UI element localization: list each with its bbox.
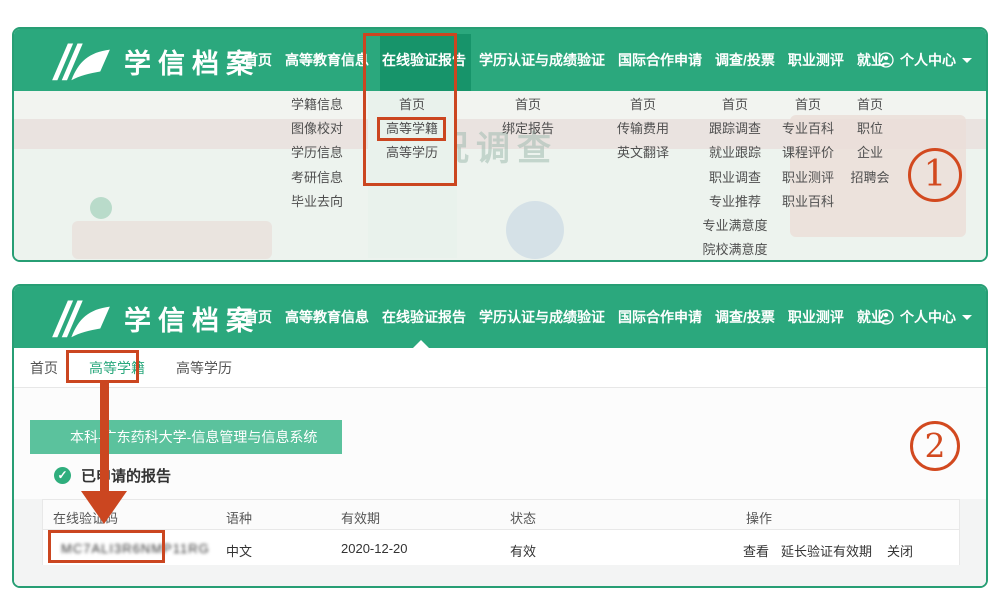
active-nav-notch [413,340,429,348]
background-decoration [72,221,272,259]
program-banner: 本科-广东药科大学-信息管理与信息系统 [30,420,342,454]
red-arrow-head [81,491,127,524]
nav-item-higher-education-info[interactable]: 高等教育信息 [285,307,369,327]
site-header: 学信档案 首页 高等教育信息 在线验证报告 学历认证与成绩验证 国际合作申请 调… [14,29,986,91]
main-nav: 首页 高等教育信息 在线验证报告 学历认证与成绩验证 国际合作申请 调查/投票 … [244,286,885,348]
section-title: ✓ 已申请的报告 [54,465,171,486]
menu-item-education-info[interactable]: 学历信息 [262,141,372,165]
nav-item-online-verification-report[interactable]: 在线验证报告 [382,307,466,327]
nav-item-career-assessment[interactable]: 职业测评 [788,50,844,70]
col-header-status: 状态 [510,508,536,527]
person-icon [878,52,894,68]
section-title-text: 已申请的报告 [81,465,171,486]
nav-item-career-assessment[interactable]: 职业测评 [788,307,844,327]
brand-name: 学信档案 [124,299,260,338]
menu-item-postgrad-exam-info[interactable]: 考研信息 [262,166,372,190]
dropdown-col-credential-verification: 首页 绑定报告 [473,93,583,141]
table-header-row: 在线验证码 语种 有效期 状态 操作 [43,500,959,530]
tab-home[interactable]: 首页 [30,358,58,378]
chsi-logo-icon [50,297,112,339]
main-nav: 首页 高等教育信息 在线验证报告 学历认证与成绩验证 国际合作申请 调查/投票 … [244,29,885,91]
highlight-box-online-verification-menu [363,33,457,186]
menu-item-employment-home[interactable]: 首页 [815,93,925,117]
action-view-link[interactable]: 查看 [743,541,769,560]
menu-item-bind-report[interactable]: 绑定报告 [473,117,583,141]
highlight-box-higher-student-status-tab [66,350,139,383]
tab-higher-education[interactable]: 高等学历 [176,358,232,378]
person-icon [878,309,894,325]
menu-item-photo-check[interactable]: 图像校对 [262,117,372,141]
language-cell: 中文 [226,541,252,560]
nav-item-international-cooperation[interactable]: 国际合作申请 [618,307,702,327]
nav-item-higher-education-info[interactable]: 高等教育信息 [285,50,369,70]
step-2-badge: 2 [910,421,960,471]
step-1-badge: 1 [908,148,962,202]
site-header: 学信档案 首页 高等教育信息 在线验证报告 学历认证与成绩验证 国际合作申请 调… [14,286,986,348]
chsi-logo-icon [50,40,112,82]
table-row: MC7ALI3R6NMP11RG 中文 2020-12-20 有效 查看 延长验… [43,530,959,565]
menu-item-major-satisfaction[interactable]: 专业满意度 [680,214,790,238]
nav-item-survey-vote[interactable]: 调查/投票 [715,307,775,327]
user-menu[interactable]: 个人中心 [878,29,972,91]
menu-item-companies[interactable]: 企业 [815,141,925,165]
user-menu-label: 个人中心 [900,307,956,327]
action-extend-validity-link[interactable]: 延长验证有效期 [781,541,872,560]
col-header-language: 语种 [226,508,252,527]
menu-item-jobs[interactable]: 职位 [815,117,925,141]
brand-name: 学信档案 [124,42,260,81]
col-header-actions: 操作 [746,508,772,527]
highlight-box-higher-student-status-item [377,117,446,141]
status-cell: 有效 [510,541,536,560]
red-arrow-shaft [100,383,109,492]
valid-until-cell: 2020-12-20 [341,541,408,556]
user-menu-label: 个人中心 [900,50,956,70]
globe-decoration [506,201,564,259]
brand-logo[interactable]: 学信档案 [50,297,260,339]
sub-nav-tabs: 首页 高等学籍 高等学历 [14,348,986,388]
panel-step-1: 状况调查 学信档案 首页 高等教育信息 在线验证报告 学历认证与成绩验证 国际合… [12,27,988,262]
chevron-down-icon [962,58,972,63]
highlight-box-verification-code [48,530,165,563]
col-header-valid-until: 有效期 [341,508,380,527]
nav-item-survey-vote[interactable]: 调查/投票 [715,50,775,70]
nav-item-credential-verification[interactable]: 学历认证与成绩验证 [479,50,605,70]
user-menu[interactable]: 个人中心 [878,286,972,348]
menu-item-credential-home[interactable]: 首页 [473,93,583,117]
menu-item-college-satisfaction[interactable]: 院校满意度 [680,238,790,262]
nav-item-credential-verification[interactable]: 学历认证与成绩验证 [479,307,605,327]
menu-item-student-status-info[interactable]: 学籍信息 [262,93,372,117]
dropdown-col-higher-education-info: 学籍信息 图像校对 学历信息 考研信息 毕业去向 [262,93,372,214]
nav-item-home[interactable]: 首页 [244,307,272,327]
menu-item-graduation-destination[interactable]: 毕业去向 [262,190,372,214]
screenshot-stage: 状况调查 学信档案 首页 高等教育信息 在线验证报告 学历认证与成绩验证 国际合… [0,0,1000,599]
chevron-down-icon [962,315,972,320]
background-decoration [90,197,112,219]
reports-table: 在线验证码 语种 有效期 状态 操作 MC7ALI3R6NMP11RG 中文 2… [42,499,960,565]
menu-item-career-wiki[interactable]: 职业百科 [753,190,863,214]
nav-item-home[interactable]: 首页 [244,50,272,70]
brand-logo[interactable]: 学信档案 [50,40,260,82]
nav-item-international-cooperation[interactable]: 国际合作申请 [618,50,702,70]
check-circle-icon: ✓ [54,467,71,484]
action-close-link[interactable]: 关闭 [887,541,913,560]
